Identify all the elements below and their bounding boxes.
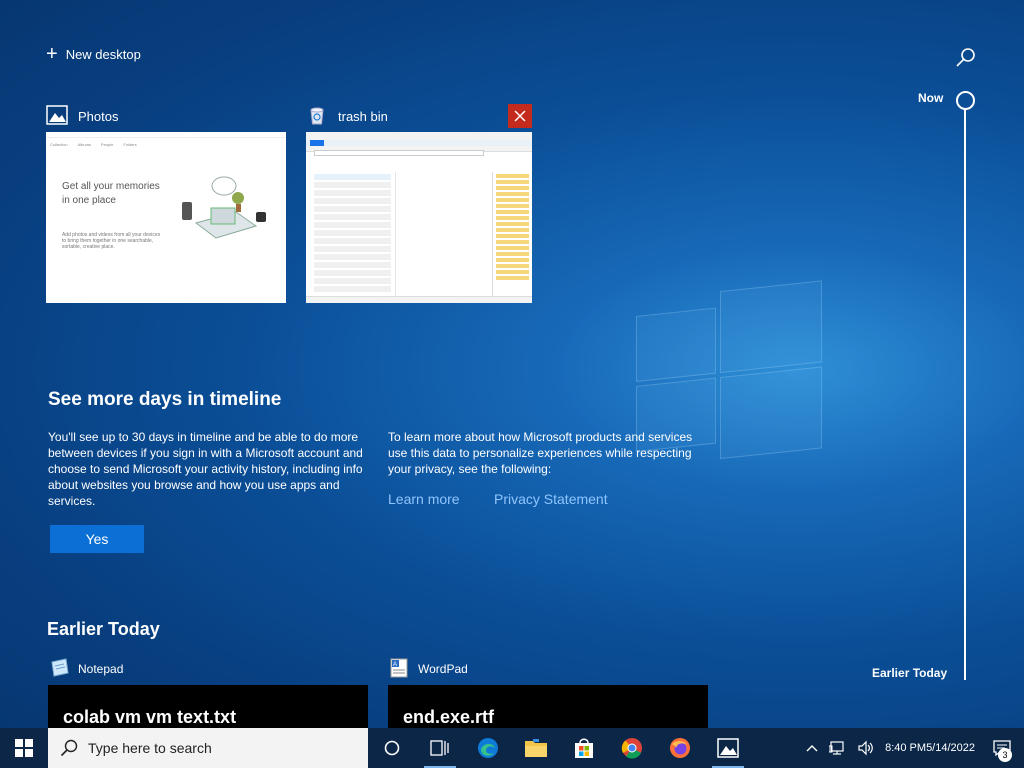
photos-icon [717, 738, 739, 758]
promo-privacy-text: To learn more about how Microsoft produc… [388, 430, 693, 476]
close-window-button[interactable] [508, 104, 532, 128]
timeline-now-label: Now [918, 91, 944, 105]
thumbnail-headline: Get all your memories in one place [62, 181, 160, 206]
notepad-icon [48, 657, 70, 681]
thumbnail-subtext: Add photos and videos from all your devi… [62, 232, 161, 250]
new-desktop-label: New desktop [65, 46, 141, 62]
activity-app-name: Notepad [78, 662, 124, 676]
new-desktop-button[interactable]: + New desktop [46, 43, 141, 65]
network-button[interactable] [824, 728, 852, 768]
volume-button[interactable] [852, 728, 880, 768]
taskbar-photos[interactable] [704, 728, 752, 768]
windows-start-icon [15, 739, 33, 757]
taskbar-store[interactable] [560, 728, 608, 768]
folder-icon [525, 739, 547, 757]
photos-illustration [182, 176, 266, 239]
photos-app-icon [46, 104, 68, 128]
firefox-icon [670, 738, 690, 758]
window-title: trash bin [338, 108, 388, 124]
taskbar-chrome[interactable] [608, 728, 656, 768]
chevron-up-icon [806, 745, 818, 752]
promo-description: You'll see up to 30 days in timeline and… [48, 430, 363, 508]
edge-icon [478, 738, 498, 758]
explorer-preview-list [492, 172, 532, 297]
svg-text:A: A [393, 662, 397, 668]
taskbar-edge[interactable] [464, 728, 512, 768]
cortana-button[interactable] [368, 728, 416, 768]
start-button[interactable] [0, 728, 48, 768]
window-thumbnail[interactable]: Collection Albums People Folders Get all yo… [46, 132, 286, 303]
action-center-button[interactable]: 3 [980, 728, 1024, 768]
yes-button[interactable]: Yes [50, 525, 144, 553]
window-card-trash-bin[interactable]: trash bin [306, 104, 532, 303]
explorer-nav-pane [306, 172, 396, 297]
system-tray: 8:40 PM 5/14/2022 3 [800, 728, 1024, 768]
close-icon [514, 110, 526, 122]
task-view-button[interactable] [416, 728, 464, 768]
window-title: Photos [78, 108, 119, 124]
search-icon[interactable] [954, 46, 978, 70]
wordpad-icon: A [388, 657, 410, 682]
search-placeholder: Type here to search [88, 740, 212, 756]
taskbar: Type here to search 8:40 PM 5/14/2022 3 [0, 728, 1024, 768]
timeline-knob[interactable] [956, 91, 975, 110]
taskbar-search-box[interactable]: Type here to search [48, 728, 368, 768]
speaker-icon [858, 740, 873, 756]
activity-app-name: WordPad [418, 662, 468, 676]
timeline-track[interactable] [964, 110, 966, 680]
learn-more-link[interactable]: Learn more [388, 491, 460, 507]
activity-card-notepad[interactable]: Notepad colab vm vm text.txt [48, 657, 368, 735]
taskbar-firefox[interactable] [656, 728, 704, 768]
clock-date: 5/14/2022 [926, 742, 975, 754]
cortana-circle-icon [384, 740, 400, 756]
store-icon [575, 738, 593, 758]
recycle-bin-icon [306, 104, 328, 129]
clock[interactable]: 8:40 PM 5/14/2022 [880, 728, 980, 768]
window-thumbnail[interactable] [306, 132, 532, 303]
timeline-earlier-label[interactable]: Earlier Today [872, 666, 947, 680]
clock-time: 8:40 PM [885, 742, 927, 754]
activity-card-wordpad[interactable]: A WordPad end.exe.rtf [388, 657, 708, 735]
taskbar-file-explorer[interactable] [512, 728, 560, 768]
promo-title: See more days in timeline [48, 389, 282, 410]
search-icon [60, 739, 78, 757]
earlier-today-heading: Earlier Today [47, 619, 160, 639]
plus-icon: + [46, 43, 58, 65]
show-hidden-icons-button[interactable] [800, 728, 824, 768]
task-view-icon [430, 740, 449, 756]
notification-count-badge: 3 [998, 748, 1012, 762]
window-card-photos[interactable]: Photos Collection Albums People Folders Get… [46, 104, 286, 303]
privacy-statement-link[interactable]: Privacy Statement [494, 491, 608, 507]
network-icon [829, 741, 844, 755]
chrome-icon [621, 738, 642, 759]
